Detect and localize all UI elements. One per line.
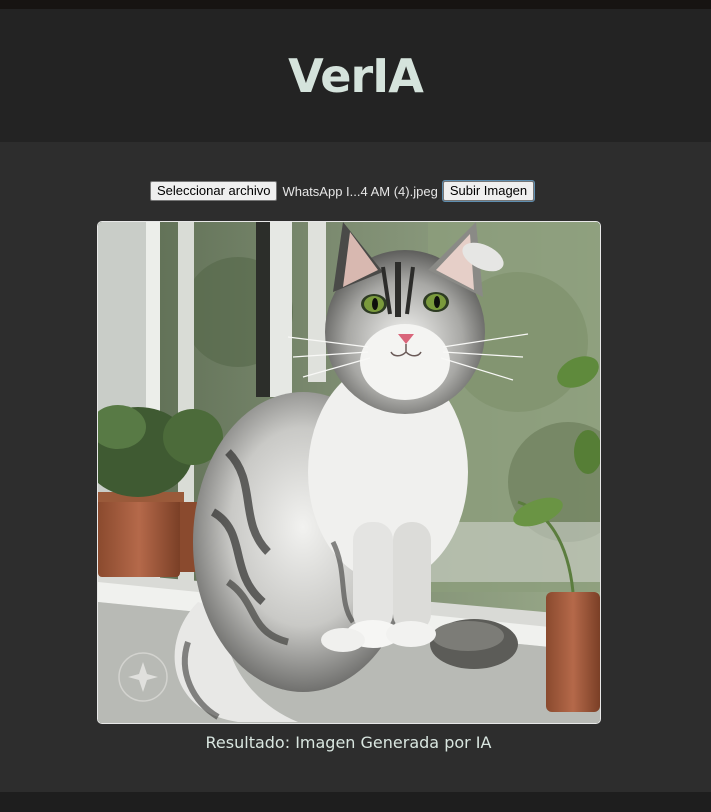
choose-file-button[interactable]: Seleccionar archivo (150, 181, 278, 201)
site-header: VerIA (0, 9, 711, 142)
site-title: VerIA (288, 49, 424, 103)
footer-strip (0, 792, 711, 812)
result-caption: Resultado: Imagen Generada por IA (205, 733, 492, 752)
main-content: Seleccionar archivo WhatsApp I...4 AM (4… (0, 142, 711, 792)
upload-form: Seleccionar archivo WhatsApp I...4 AM (4… (150, 180, 536, 202)
upload-image-button[interactable]: Subir Imagen (441, 180, 536, 202)
result-image (97, 221, 601, 724)
top-strip (0, 0, 711, 9)
selected-file-name: WhatsApp I...4 AM (4).jpeg (282, 183, 438, 199)
cat-photo-illustration (98, 222, 600, 723)
